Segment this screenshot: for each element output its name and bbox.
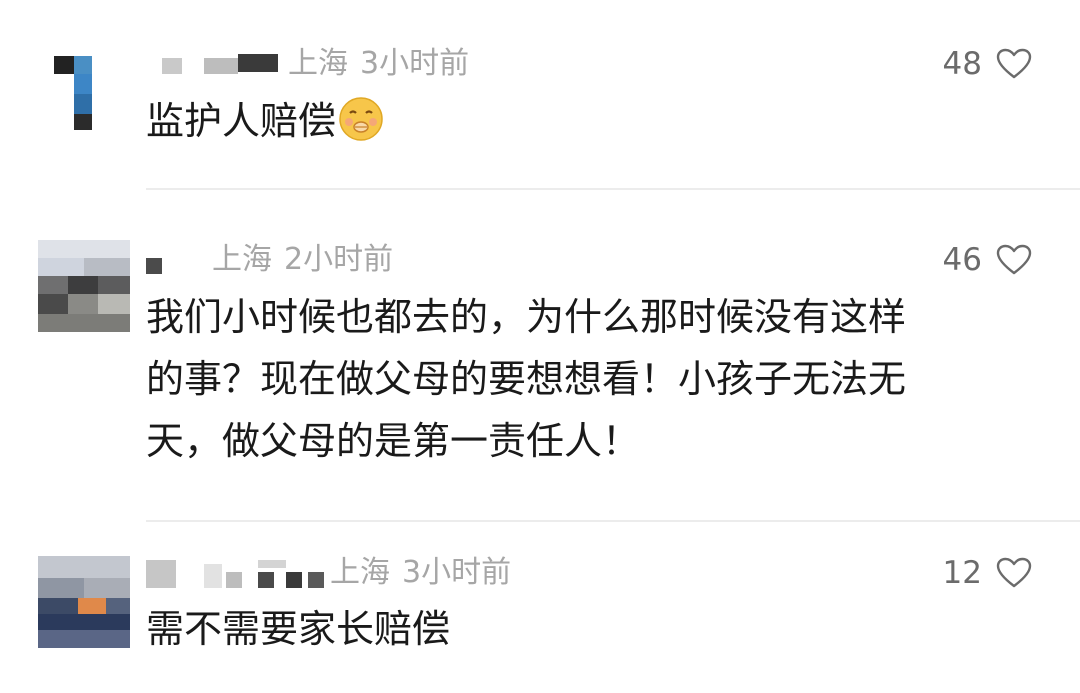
comment-line: 的事？现在做父母的要想想看！小孩子无法无 (146, 357, 907, 401)
timestamp: 3小时前 (402, 555, 512, 590)
location-label: 上海 (288, 46, 348, 81)
location-label: 上海 (212, 242, 272, 277)
divider (146, 188, 1080, 190)
like-button[interactable]: 46 (943, 240, 1032, 280)
heart-outline-icon[interactable] (996, 48, 1032, 80)
username-redacted[interactable] (146, 556, 326, 592)
like-count: 46 (942, 242, 982, 278)
comment-line: 需不需要家长赔偿 (146, 607, 451, 651)
shushing-face-emoji (338, 96, 384, 160)
like-count: 12 (942, 555, 982, 591)
divider (146, 520, 1080, 522)
username-redacted[interactable] (146, 246, 186, 282)
location-label: 上海 (330, 555, 390, 590)
comment-line: 监护人赔偿 (146, 99, 337, 143)
comment-meta: 上海 3小时前 (330, 555, 511, 591)
like-button[interactable]: 48 (943, 44, 1032, 84)
like-count: 48 (942, 46, 982, 82)
comment-line: 天，做父母的是第一责任人！ (146, 419, 641, 463)
avatar[interactable] (38, 52, 130, 144)
comment-text: 需不需要家长赔偿 (146, 598, 450, 660)
username-redacted[interactable] (162, 48, 282, 84)
comment-meta: 上海 2小时前 (212, 242, 393, 278)
timestamp: 3小时前 (360, 46, 470, 81)
avatar[interactable] (38, 556, 130, 648)
comment-line: 我们小时候也都去的，为什么那时候没有这样 (146, 295, 907, 339)
comment-text: 我们小时候也都去的，为什么那时候没有这样 的事？现在做父母的要想想看！小孩子无法… (146, 286, 906, 472)
like-button[interactable]: 12 (943, 553, 1032, 593)
heart-outline-icon[interactable] (996, 244, 1032, 276)
heart-outline-icon[interactable] (996, 557, 1032, 589)
comment-text: 监护人赔偿 (146, 90, 384, 160)
timestamp: 2小时前 (284, 242, 394, 277)
comment-meta: 上海 3小时前 (288, 46, 469, 82)
avatar[interactable] (38, 240, 130, 332)
